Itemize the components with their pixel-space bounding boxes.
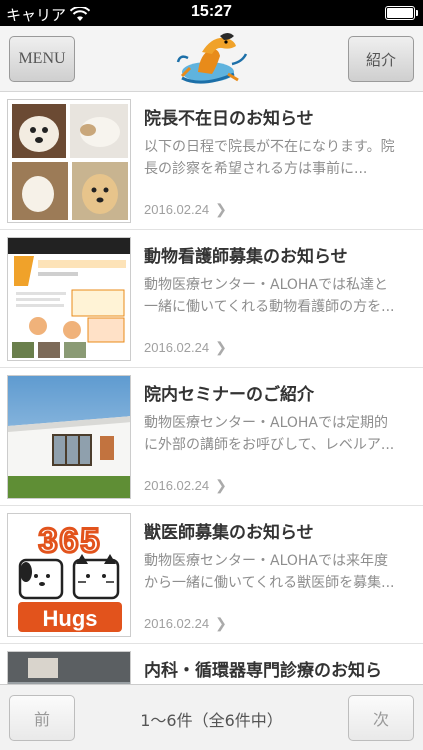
pagination-bar: 前 1〜6件（全6件中） 次 <box>0 684 423 750</box>
chevron-right-icon: ❯ <box>215 477 227 493</box>
news-list: 院長不在日のお知らせ 以下の日程で院長が不在になります。院長の診察を希望される方… <box>0 92 423 684</box>
article-excerpt: 動物医療センター・ALOHAでは私達と一緒に働いてくれる動物看護師の方を... <box>144 277 395 315</box>
article-date-row: 2016.02.24 ❯ <box>144 477 227 494</box>
recruitment-flyer-thumbnail <box>7 237 131 361</box>
battery-icon <box>385 6 418 20</box>
list-item[interactable]: 院長不在日のお知らせ 以下の日程で院長が不在になります。院長の診察を希望される方… <box>0 92 423 230</box>
thumbnail-text-hugs: Hugs <box>43 606 98 631</box>
article-excerpt: 動物医療センター・ALOHAでは来年度から一緒に働いてくれる獣医師を募集... <box>144 553 395 591</box>
list-item[interactable]: 365 Hugs 獣医師募集のお知らせ 動物医療センター・ALOHAでは来年度か… <box>0 506 423 644</box>
article-excerpt: 以下の日程で院長が不在になります。院長の診察を希望される方は事前に... <box>144 139 395 177</box>
menu-button[interactable]: MENU <box>9 36 75 82</box>
status-time: 15:27 <box>191 3 232 20</box>
app-header: MENU 紹介 <box>0 26 423 92</box>
list-item[interactable]: 動物看護師募集のお知らせ 動物医療センター・ALOHAでは私達と一緒に働いてくれ… <box>0 230 423 368</box>
article-date-row: 2016.02.24 ❯ <box>144 201 227 218</box>
article-date: 2016.02.24 <box>144 202 210 217</box>
status-bar: キャリア 15:27 <box>0 0 423 26</box>
article-excerpt: 動物医療センター・ALOHAでは定期的に外部の講師をお呼びして、レベルア... <box>144 415 395 453</box>
article-date-row: 2016.02.24 ❯ <box>144 615 227 632</box>
surfing-dog-logo <box>176 33 248 84</box>
article-title: 動物看護師募集のお知らせ <box>144 247 348 267</box>
dog-photo-collage-thumbnail <box>7 99 131 223</box>
chevron-right-icon: ❯ <box>215 201 227 217</box>
list-item[interactable]: 内科・循環器専門診療のお知ら <box>0 644 423 684</box>
article-date: 2016.02.24 <box>144 478 210 493</box>
365-hugs-thumbnail: 365 Hugs <box>7 513 131 637</box>
next-page-button[interactable]: 次 <box>348 695 414 741</box>
intro-button[interactable]: 紹介 <box>348 36 414 82</box>
article-date: 2016.02.24 <box>144 616 210 631</box>
chevron-right-icon: ❯ <box>215 615 227 631</box>
list-item[interactable]: 院内セミナーのご紹介 動物医療センター・ALOHAでは定期的に外部の講師をお呼び… <box>0 368 423 506</box>
building-photo-thumbnail <box>7 375 131 499</box>
article-date: 2016.02.24 <box>144 340 210 355</box>
article-title: 獣医師募集のお知らせ <box>144 523 314 543</box>
chevron-right-icon: ❯ <box>215 339 227 355</box>
thumbnail-text-365: 365 <box>39 522 102 560</box>
article-title: 院内セミナーのご紹介 <box>144 385 314 405</box>
article-title: 内科・循環器専門診療のお知ら <box>144 661 382 681</box>
clinic-photo-thumbnail <box>7 651 131 684</box>
article-date-row: 2016.02.24 ❯ <box>144 339 227 356</box>
article-title: 院長不在日のお知らせ <box>144 109 314 129</box>
